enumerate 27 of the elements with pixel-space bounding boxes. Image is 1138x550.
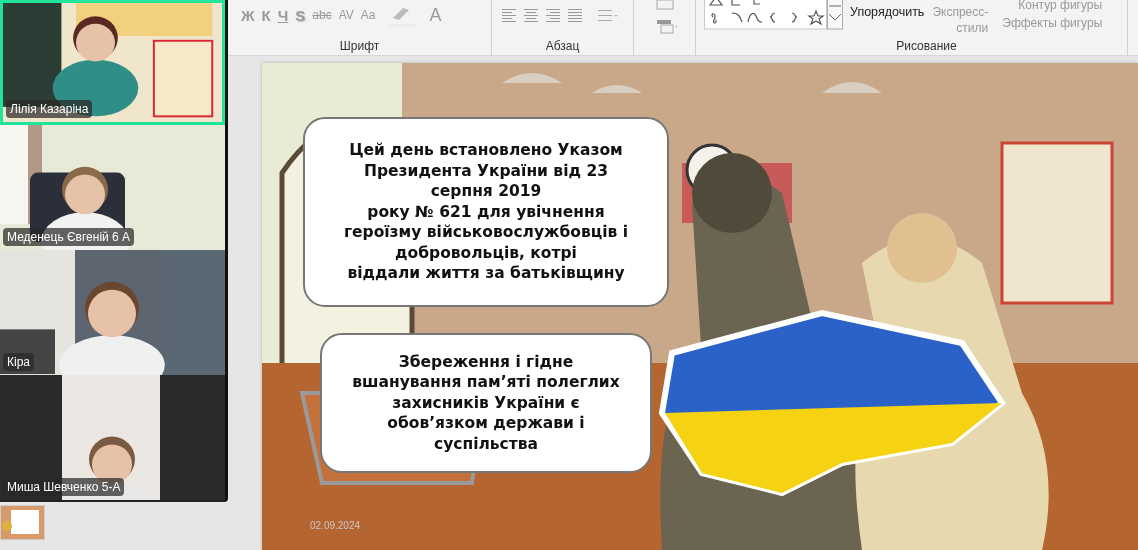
participant-name: Лілія Казаріна: [6, 100, 93, 118]
line-spacing-icon[interactable]: [598, 9, 618, 22]
shapes-gallery[interactable]: [704, 0, 844, 30]
font-format-button[interactable]: Ч: [274, 4, 292, 26]
slide-date: 02.09.2024: [310, 520, 361, 531]
shape-effects-button[interactable]: Эффекты фигуры: [1000, 15, 1105, 31]
callout-text: Цей день встановлено Указом Президента України від 23 серпня 2019 року № 621 для увічнення героїзму військовослужбовців і добровольців, котрі віддали життя за батьківщину: [303, 117, 669, 307]
participant-name: Кіра: [3, 353, 34, 371]
shape-outline-button[interactable]: Контур фигуры: [1000, 0, 1105, 13]
font-format-button[interactable]: abc: [309, 4, 335, 26]
font-format-button[interactable]: AV: [335, 4, 357, 26]
group-label: Рисование: [895, 39, 958, 55]
group-label: Абзац: [544, 39, 581, 55]
arrange-button[interactable]: Упорядочить: [848, 0, 927, 20]
quick-styles-button[interactable]: Экспресс- стили: [930, 0, 991, 36]
font-format-button[interactable]: S: [292, 4, 309, 26]
font-format-button[interactable]: К: [258, 4, 274, 26]
group-label: Шрифт: [338, 39, 381, 55]
align-icon[interactable]: [524, 9, 538, 22]
callout-text: Збереження і гідне вшанування пам’яті полеглих захисників України є обов’язком держави і суспільства: [320, 333, 652, 473]
font-format-button[interactable]: Aa: [357, 4, 379, 26]
align-icon[interactable]: [546, 9, 560, 22]
align-icon[interactable]: [568, 9, 582, 22]
font-color-button[interactable]: A: [426, 4, 445, 26]
font-format-button[interactable]: Ж: [238, 4, 258, 26]
align-icon[interactable]: [502, 9, 516, 22]
participant-name: Меденець Євгеній 6 А: [3, 228, 135, 246]
